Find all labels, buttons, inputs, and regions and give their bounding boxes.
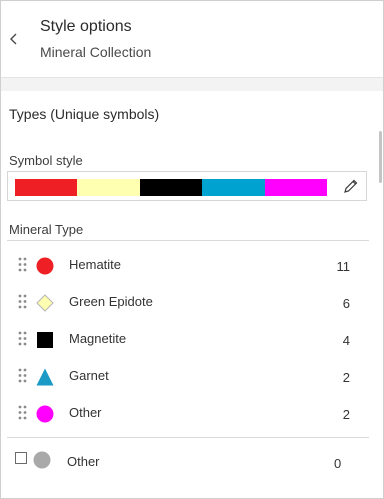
list-divider xyxy=(7,437,369,438)
category-count: 4 xyxy=(342,333,350,348)
category-count: 11 xyxy=(336,259,351,274)
drag-handle-icon[interactable] xyxy=(18,257,27,272)
other-count: 0 xyxy=(334,456,342,471)
diamond-symbol-icon[interactable] xyxy=(36,294,54,312)
layer-name: Mineral Collection xyxy=(40,44,152,60)
circle-symbol-icon[interactable] xyxy=(36,257,54,275)
pencil-edit-icon[interactable] xyxy=(342,177,360,195)
symbol-style-picker[interactable] xyxy=(7,171,367,201)
ramp-swatch xyxy=(202,179,265,196)
page-title: Style options xyxy=(40,18,132,35)
back-button[interactable] xyxy=(7,28,21,50)
category-count: 2 xyxy=(342,370,350,385)
category-row[interactable]: Magnetite 4 xyxy=(1,327,377,363)
panel-header: Style options Mineral Collection xyxy=(1,1,383,77)
chevron-left-icon xyxy=(10,33,17,45)
ramp-swatch xyxy=(77,179,140,196)
circle-symbol-icon[interactable] xyxy=(36,405,54,423)
category-label: Magnetite xyxy=(69,331,127,346)
category-row[interactable]: Other 2 xyxy=(1,401,377,437)
category-row[interactable]: Green Epidote 6 xyxy=(1,290,377,326)
other-checkbox[interactable] xyxy=(15,452,27,464)
other-label: Other xyxy=(67,454,100,469)
category-row[interactable]: Hematite 11 xyxy=(1,253,377,289)
symbol-style-label: Symbol style xyxy=(9,153,83,168)
ramp-swatch xyxy=(139,179,203,196)
section-title: Types (Unique symbols) xyxy=(9,106,160,122)
category-label: Garnet xyxy=(69,368,109,383)
drag-handle-icon[interactable] xyxy=(18,331,27,346)
field-divider xyxy=(7,240,369,241)
category-row[interactable]: Garnet 2 xyxy=(1,364,377,400)
triangle-symbol-icon[interactable] xyxy=(36,368,54,386)
ramp-swatch xyxy=(264,179,328,196)
color-ramp xyxy=(15,179,328,196)
field-label: Mineral Type xyxy=(9,222,84,237)
category-count: 2 xyxy=(342,407,350,422)
ramp-swatch xyxy=(15,179,78,196)
drag-handle-icon[interactable] xyxy=(18,405,27,420)
style-options-panel: Style options Mineral Collection Types (… xyxy=(0,0,384,499)
category-count: 6 xyxy=(342,296,350,311)
drag-handle-icon[interactable] xyxy=(18,368,27,383)
category-label: Hematite xyxy=(69,257,122,272)
category-label: Other xyxy=(69,405,102,420)
drag-handle-icon[interactable] xyxy=(18,294,27,309)
scrollbar-thumb[interactable] xyxy=(379,131,382,183)
category-label: Green Epidote xyxy=(69,294,153,309)
square-symbol-icon[interactable] xyxy=(36,331,54,349)
gray-circle-icon xyxy=(33,451,51,469)
section-band xyxy=(1,78,383,91)
scrollbar[interactable] xyxy=(377,78,383,498)
